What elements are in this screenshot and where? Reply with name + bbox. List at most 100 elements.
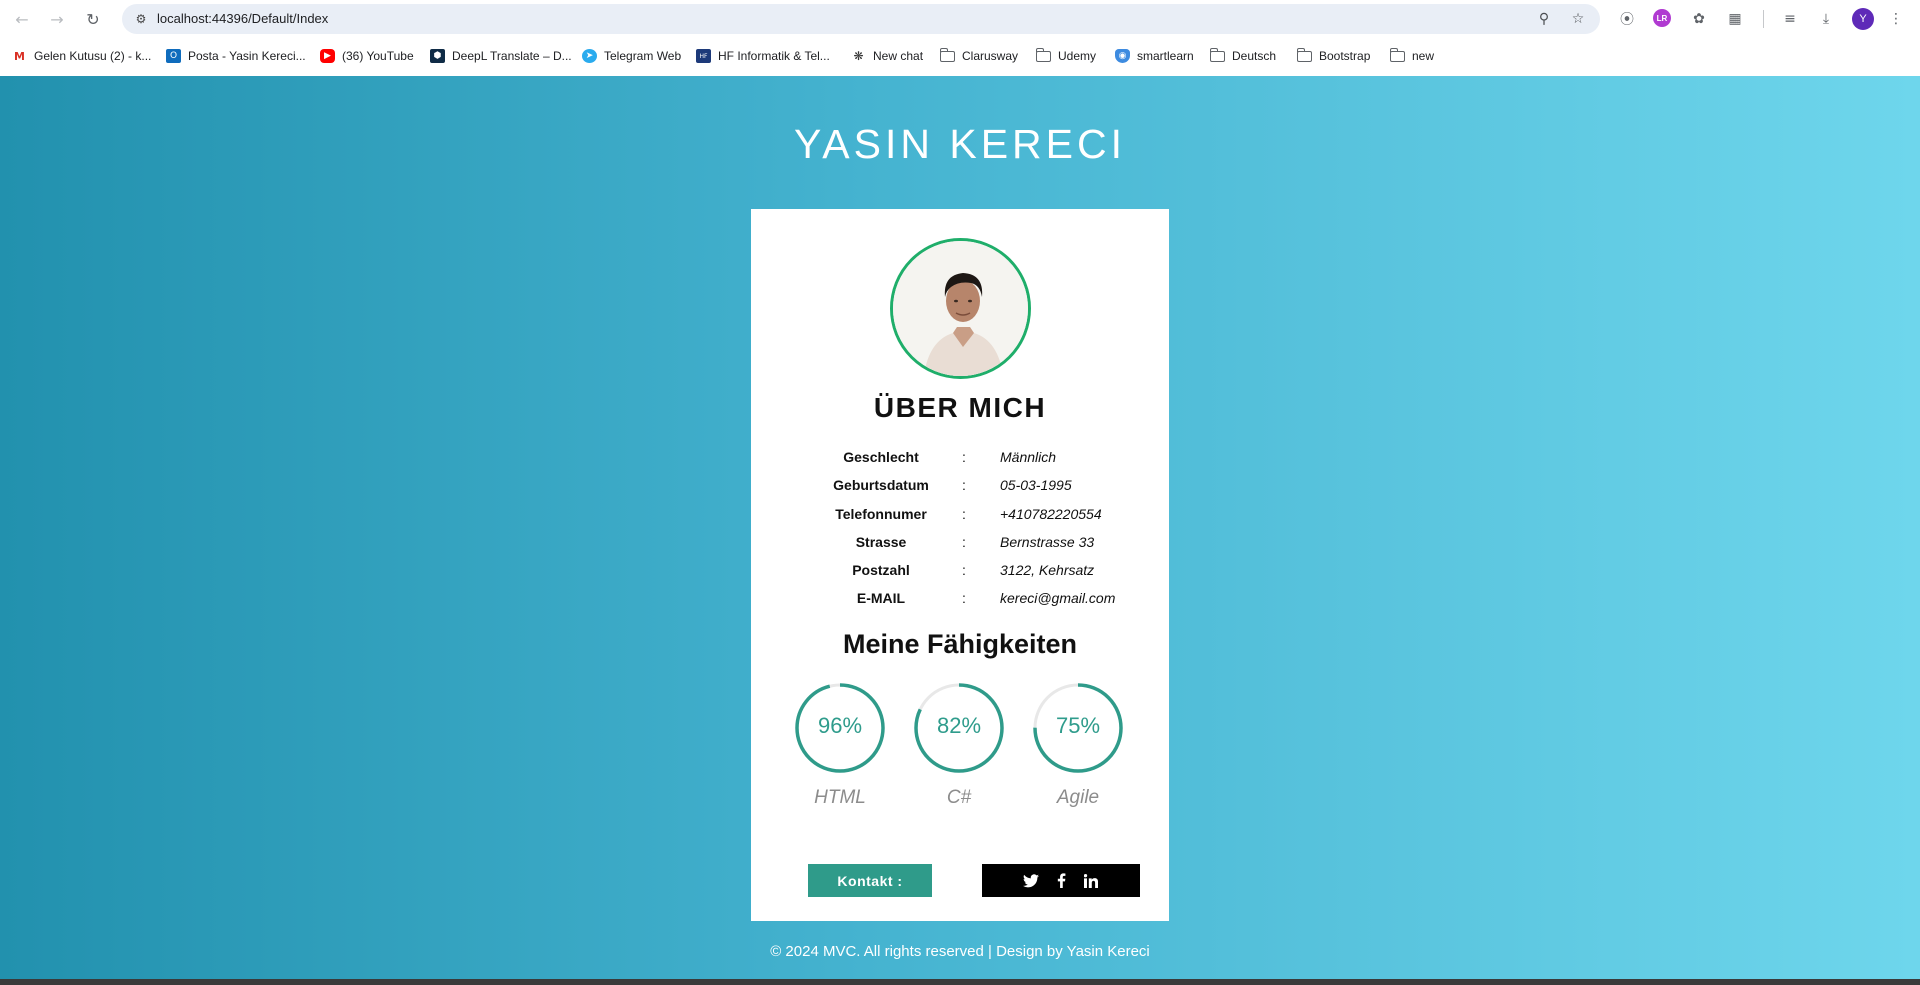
folder-icon	[1209, 47, 1225, 62]
info-label: Telefonnumer	[835, 506, 927, 522]
linkedin-icon[interactable]	[1083, 873, 1099, 889]
folder-icon	[1035, 47, 1051, 62]
deepl-icon: ⬢	[430, 49, 445, 63]
bookmark-gmail[interactable]: M Gelen Kutusu (2) - k...	[12, 46, 151, 66]
bookmark-label: Deutsch	[1232, 49, 1277, 63]
info-colon: :	[962, 534, 966, 550]
twitter-icon[interactable]	[1023, 873, 1039, 889]
bookmark-folder-new[interactable]: new	[1389, 46, 1435, 66]
info-label: Geschlecht	[843, 449, 919, 465]
about-title: ÜBER MICH	[873, 392, 1047, 423]
extensions-puzzle-icon[interactable]: ▦	[1724, 8, 1746, 30]
social-links	[982, 864, 1140, 897]
bookmark-label: Clarusway	[962, 49, 1019, 63]
info-colon: :	[962, 590, 966, 606]
skill-value: 82%	[936, 713, 982, 738]
profile-card: ÜBER MICH Geschlecht : Männlich Geburtsd…	[751, 209, 1169, 921]
reading-list-icon[interactable]: ≡	[1779, 8, 1801, 30]
bookmark-label: Bootstrap	[1319, 49, 1371, 63]
skill-gauge-html: 96%	[792, 680, 888, 776]
toolbar-divider	[1763, 10, 1764, 28]
skill-gauge-csharp: 82%	[911, 680, 1007, 776]
bookmark-label: DeepL Translate – D...	[452, 49, 572, 63]
footer-text: © 2024 MVC. All rights reserved | Design…	[770, 943, 1150, 960]
download-icon[interactable]: ⤓	[1815, 8, 1837, 30]
info-label: E-MAIL	[856, 590, 906, 606]
skill-label: Agile	[1056, 787, 1100, 808]
gmail-icon: M	[12, 49, 27, 63]
back-icon[interactable]: ←	[10, 7, 34, 31]
bug-extension-icon[interactable]: ✿	[1688, 8, 1710, 30]
contact-button[interactable]: Kontakt :	[808, 864, 932, 897]
info-row-postcode: Postzahl : 3122, Kehrsatz	[751, 562, 1169, 582]
info-value: 3122, Kehrsatz	[1000, 562, 1095, 578]
forward-icon[interactable]: →	[45, 7, 69, 31]
page-title: YASIN KERECI	[793, 121, 1127, 167]
profile-avatar[interactable]: Y	[1852, 8, 1874, 30]
bookmark-telegram[interactable]: ➤ Telegram Web	[582, 46, 681, 66]
bookmark-label: HF Informatik & Tel...	[718, 49, 830, 63]
info-colon: :	[962, 449, 966, 465]
info-row-email: E-MAIL : kereci@gmail.com	[751, 590, 1169, 610]
bookmark-outlook[interactable]: O Posta - Yasin Kereci...	[166, 46, 306, 66]
compass-extension-icon[interactable]: ⦿	[1616, 8, 1638, 30]
info-value: Männlich	[1000, 449, 1057, 465]
bookmarks-bar: M Gelen Kutusu (2) - k... O Posta - Yasi…	[0, 44, 1920, 68]
bookmark-label: Gelen Kutusu (2) - k...	[34, 49, 152, 63]
facebook-icon[interactable]	[1053, 873, 1069, 889]
skill-value: 75%	[1055, 713, 1101, 738]
bookmark-label: Posta - Yasin Kereci...	[188, 49, 306, 63]
bookmark-smartlearn[interactable]: ◉ smartlearn	[1115, 46, 1194, 66]
youtube-icon: ▶	[320, 49, 335, 63]
url-text[interactable]: localhost:44396/Default/Index	[157, 11, 328, 26]
page-background: YASIN KERECI ÜBER MICH Geschlecht : Männ…	[0, 76, 1920, 979]
bookmark-deepl[interactable]: ⬢ DeepL Translate – D...	[430, 46, 572, 66]
info-value: +410782220554	[1000, 506, 1102, 522]
openai-icon: ❋	[851, 49, 866, 63]
skill-value: 96%	[817, 713, 863, 738]
skills-title: Meine Fähigkeiten	[842, 629, 1078, 659]
bookmark-star-icon[interactable]: ☆	[1568, 9, 1588, 29]
bookmark-new-chat[interactable]: ❋ New chat	[851, 46, 923, 66]
reload-icon[interactable]: ↻	[81, 7, 105, 31]
info-value: 05-03-1995	[1000, 477, 1072, 493]
bookmark-folder-deutsch[interactable]: Deutsch	[1209, 46, 1277, 66]
info-row-gender: Geschlecht : Männlich	[751, 449, 1169, 469]
bookmark-folder-udemy[interactable]: Udemy	[1035, 46, 1097, 66]
profile-photo	[890, 238, 1031, 379]
info-row-birthdate: Geburtsdatum : 05-03-1995	[751, 477, 1169, 497]
folder-icon	[1296, 47, 1312, 62]
extension-lr-icon[interactable]: LR	[1653, 9, 1671, 27]
bookmark-folder-clarusway[interactable]: Clarusway	[939, 46, 1019, 66]
bookmark-label: Telegram Web	[604, 49, 682, 63]
bookmark-youtube[interactable]: ▶ (36) YouTube	[320, 46, 414, 66]
info-value: kereci@gmail.com	[1000, 590, 1116, 606]
hf-icon: HF	[696, 49, 711, 63]
bookmark-label: (36) YouTube	[342, 49, 414, 63]
zoom-icon[interactable]: ⚲	[1534, 9, 1554, 29]
skill-label: HTML	[814, 787, 866, 808]
info-label: Geburtsdatum	[833, 477, 929, 493]
browser-toolbar: ← → ↻ ⚙ localhost:44396/Default/Index ⚲ …	[0, 0, 1920, 38]
bookmark-label: New chat	[873, 49, 924, 63]
outlook-icon: O	[166, 49, 181, 63]
telegram-icon: ➤	[582, 49, 597, 63]
info-label: Strasse	[855, 534, 907, 550]
folder-icon	[939, 47, 955, 62]
bookmark-hf[interactable]: HF HF Informatik & Tel...	[696, 46, 830, 66]
menu-icon[interactable]: ⋮	[1885, 8, 1907, 30]
info-colon: :	[962, 506, 966, 522]
bookmark-label: Udemy	[1058, 49, 1097, 63]
info-colon: :	[962, 562, 966, 578]
address-bar[interactable]: ⚙ localhost:44396/Default/Index ⚲ ☆	[122, 4, 1600, 34]
smartlearn-icon: ◉	[1115, 49, 1130, 63]
bookmark-label: new	[1412, 49, 1435, 63]
info-colon: :	[962, 477, 966, 493]
site-settings-icon[interactable]: ⚙	[132, 10, 150, 28]
bookmark-label: smartlearn	[1137, 49, 1194, 63]
info-label: Postzahl	[852, 562, 910, 578]
browser-chrome: ← → ↻ ⚙ localhost:44396/Default/Index ⚲ …	[0, 0, 1920, 76]
skill-gauge-agile: 75%	[1030, 680, 1126, 776]
skill-label: C#	[946, 787, 972, 808]
bookmark-folder-bootstrap[interactable]: Bootstrap	[1296, 46, 1371, 66]
